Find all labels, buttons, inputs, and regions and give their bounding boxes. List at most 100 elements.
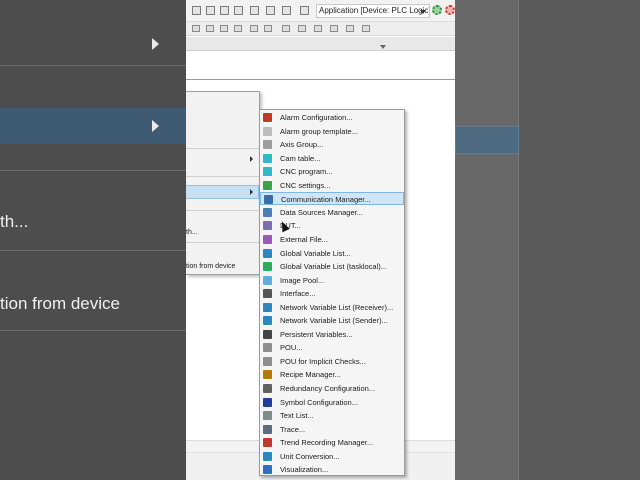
- menu-item-label: Persistent Variables...: [280, 329, 353, 339]
- menu-item-label: Trace...: [280, 424, 306, 434]
- redundancy-icon: [263, 384, 272, 393]
- blurred-submenu-arrow: [152, 38, 159, 50]
- toolbar-icon[interactable]: [192, 6, 201, 15]
- menu-item-alarm-configuration[interactable]: Alarm Configuration...: [260, 111, 404, 124]
- menu-item-label: Image Pool...: [280, 275, 325, 285]
- menu-item-label: POU for Implicit Checks...: [280, 356, 366, 366]
- menu-item-image-pool[interactable]: Image Pool...: [260, 274, 404, 287]
- toolbar-icon[interactable]: [220, 25, 228, 32]
- toolbar-icon[interactable]: [346, 25, 354, 32]
- external-file-icon: [263, 234, 272, 244]
- toolbar-icon[interactable]: [250, 25, 258, 32]
- warning-triangle-icon: [263, 126, 272, 136]
- menu-item-global-variable-list-tasklocal[interactable]: Global Variable List (tasklocal)...: [260, 260, 404, 273]
- network-sender-icon: [263, 316, 272, 326]
- menu-item-pou-for-implicit-checks[interactable]: POU for Implicit Checks...: [260, 355, 404, 368]
- toolbar-icon[interactable]: [298, 25, 306, 32]
- menu-item-alarm-group-template[interactable]: Alarm group template...: [260, 125, 404, 138]
- menu-item-trace[interactable]: Trace...: [260, 423, 404, 436]
- menu-item-label[interactable]: th...: [186, 229, 198, 236]
- menu-item-label: Visualization...: [280, 465, 329, 475]
- logout-gear-icon[interactable]: [445, 5, 455, 15]
- blurred-selection: [455, 126, 519, 154]
- menu-item-network-variable-list-sender[interactable]: Network Variable List (Sender)...: [260, 314, 404, 327]
- menu-item-label: Alarm group template...: [280, 126, 358, 136]
- alarm-config-icon: [263, 113, 272, 122]
- toolbar-icon[interactable]: [264, 25, 272, 32]
- menu-item-global-variable-list[interactable]: Global Variable List...: [260, 247, 404, 260]
- menu-item-label: Axis Group...: [280, 140, 324, 150]
- menu-item-label: Text List...: [280, 411, 314, 421]
- menu-item-label: Alarm Configuration...: [280, 113, 353, 122]
- pou-checks-icon: [263, 356, 272, 366]
- recipe-manager-icon: [263, 370, 272, 380]
- menu-item-external-file[interactable]: External File...: [260, 233, 404, 246]
- menu-item-trend-recording-manager[interactable]: Trend Recording Manager...: [260, 436, 404, 449]
- context-menu: th... tion from device: [186, 91, 260, 275]
- editor-divider: [186, 79, 455, 80]
- menu-item-label: Trend Recording Manager...: [280, 438, 374, 448]
- toolbar-icon[interactable]: [266, 6, 275, 15]
- blurred-divider: [0, 170, 186, 171]
- menu-item-data-sources-manager[interactable]: Data Sources Manager...: [260, 206, 404, 219]
- menu-item-communication-manager[interactable]: Communication Manager...: [260, 192, 404, 206]
- menu-item-symbol-configuration[interactable]: Symbol Configuration...: [260, 396, 404, 409]
- menu-item-axis-group[interactable]: Axis Group...: [260, 138, 404, 151]
- menu-item-text-list[interactable]: Text List...: [260, 409, 404, 422]
- toolbar-icon[interactable]: [206, 25, 214, 32]
- menu-item-interface[interactable]: Interface...: [260, 287, 404, 300]
- menu-item-cam-table[interactable]: Cam table...: [260, 152, 404, 165]
- toolbar-icon[interactable]: [362, 25, 370, 32]
- dut-icon: [263, 221, 272, 231]
- menu-item-recipe-manager[interactable]: Recipe Manager...: [260, 368, 404, 381]
- menu-item-persistent-variables[interactable]: Persistent Variables...: [260, 328, 404, 341]
- menu-item-cnc-settings[interactable]: CNC settings...: [260, 179, 404, 192]
- chevron-down-icon[interactable]: [380, 45, 386, 49]
- pou-icon: [263, 343, 272, 353]
- blurred-menu-text: tion from device: [0, 294, 120, 313]
- toolbar-icon[interactable]: [234, 25, 242, 32]
- menu-item-label: Symbol Configuration...: [280, 397, 358, 407]
- menu-item-label: CNC program...: [280, 167, 333, 177]
- blurred-divider: [0, 330, 186, 331]
- menu-item-label: Recipe Manager...: [280, 370, 341, 380]
- trace-icon: [263, 424, 272, 434]
- menu-item-visualization[interactable]: Visualization...: [260, 463, 404, 476]
- menu-separator: [186, 176, 259, 177]
- menu-item-cnc-program[interactable]: CNC program...: [260, 165, 404, 178]
- blurred-menu-text: th...: [0, 212, 29, 231]
- application-selector[interactable]: Application [Device: PLC Logic]: [316, 4, 430, 18]
- toolbar-icon[interactable]: [192, 25, 200, 32]
- blurred-divider: [0, 250, 186, 251]
- submenu-arrow-icon: [250, 156, 253, 162]
- menu-item-pou[interactable]: POU...: [260, 341, 404, 354]
- login-gear-icon[interactable]: [432, 5, 442, 15]
- menu-item-redundancy-configuration[interactable]: Redundancy Configuration...: [260, 382, 404, 395]
- menu-item-label: Interface...: [280, 289, 316, 299]
- text-list-icon: [263, 411, 272, 421]
- menu-item-label[interactable]: tion from device: [186, 263, 235, 270]
- data-sources-icon: [263, 207, 272, 217]
- toolbar-icon[interactable]: [206, 6, 215, 15]
- editor-tab-strip: [186, 37, 455, 51]
- menu-item-label: Redundancy Configuration...: [280, 384, 376, 393]
- menu-item-unit-conversion[interactable]: Unit Conversion...: [260, 450, 404, 463]
- network-receiver-icon: [263, 302, 272, 312]
- toolbar-icon[interactable]: [250, 6, 259, 15]
- toolbar-icon[interactable]: [300, 6, 309, 15]
- menu-item-label: Global Variable List...: [280, 248, 351, 258]
- blurred-background-left: [0, 0, 186, 480]
- visualization-icon: [263, 465, 272, 475]
- menu-item-add-object[interactable]: [186, 185, 259, 199]
- toolbar-icon[interactable]: [220, 6, 229, 15]
- menu-item-label: Network Variable List (Receiver)...: [280, 302, 394, 312]
- toolbar-icon[interactable]: [282, 6, 291, 15]
- toolbar-icon[interactable]: [330, 25, 338, 32]
- toolbar-icon[interactable]: [282, 25, 290, 32]
- menu-item-label: Cam table...: [280, 153, 321, 163]
- menu-item-label: Data Sources Manager...: [280, 207, 363, 217]
- toolbar-icon[interactable]: [234, 6, 243, 15]
- menu-item-network-variable-list-receiver[interactable]: Network Variable List (Receiver)...: [260, 301, 404, 314]
- unit-conversion-icon: [263, 451, 272, 461]
- toolbar-icon[interactable]: [314, 25, 322, 32]
